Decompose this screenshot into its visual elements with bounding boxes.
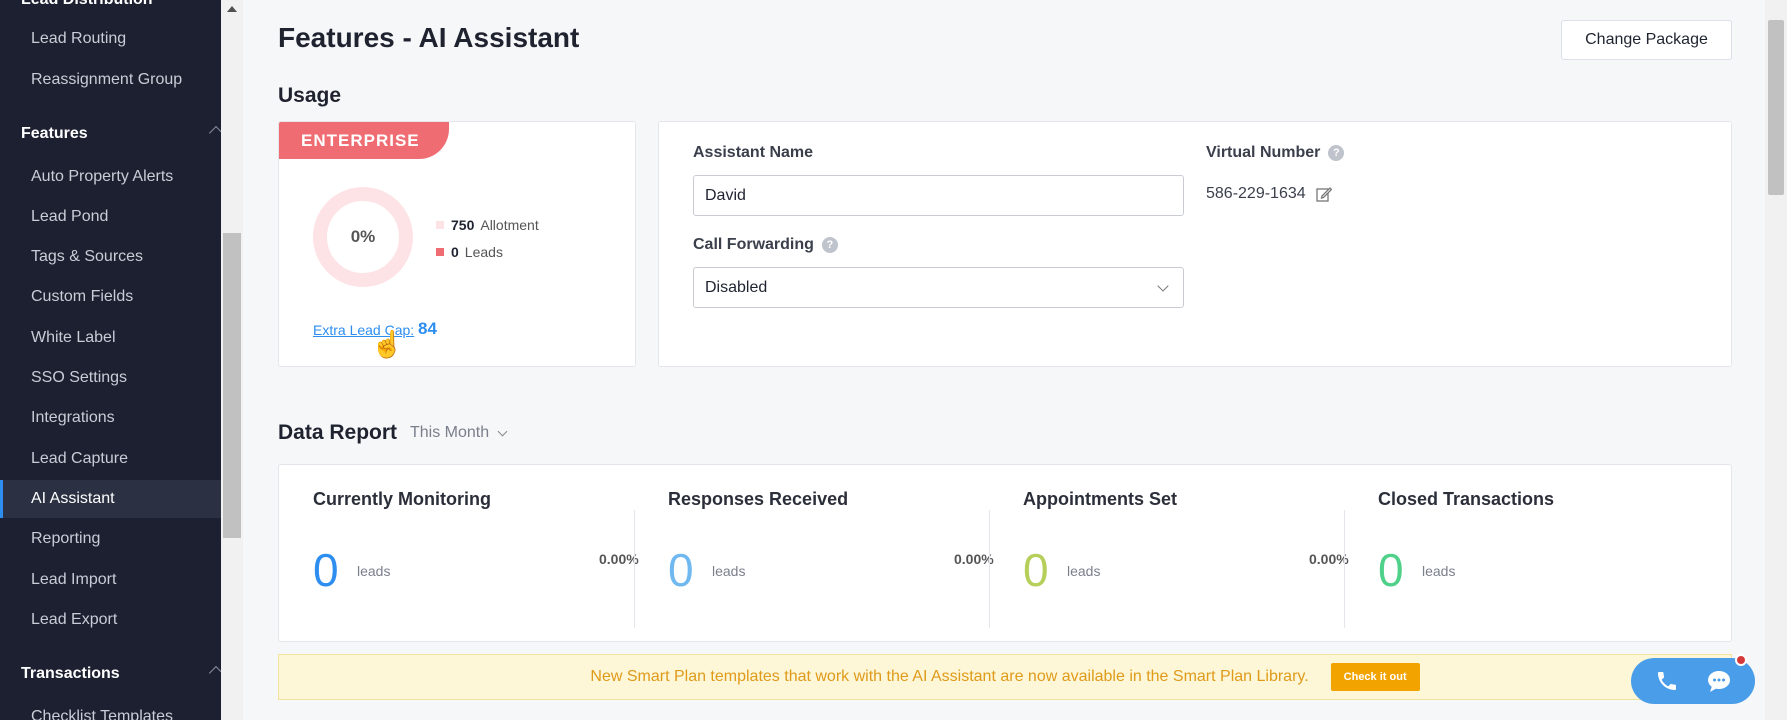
stat-value: 0 (668, 544, 694, 596)
sidebar-section-features[interactable]: Features (0, 116, 221, 152)
stat-title: Currently Monitoring (313, 489, 491, 509)
help-icon[interactable]: ? (1328, 145, 1345, 161)
sidebar-item-sso-settings[interactable]: SSO Settings (0, 359, 221, 397)
call-forwarding-value: Disabled (705, 278, 768, 296)
assistant-settings-card: Assistant Name Call Forwarding ? Disable… (658, 121, 1732, 367)
sidebar-item-lead-pond[interactable]: Lead Pond (0, 198, 221, 236)
call-forwarding-select[interactable]: Disabled (693, 267, 1184, 308)
sidebar-item-reporting[interactable]: Reporting (0, 520, 221, 558)
sidebar-section-label: Transactions (21, 665, 120, 682)
legend-swatch (436, 221, 444, 229)
allotment-label: Allotment (480, 217, 539, 233)
sidebar-item-lead-capture[interactable]: Lead Capture (0, 440, 221, 478)
smart-plan-banner: New Smart Plan templates that work with … (278, 654, 1732, 700)
stat-value: 0 (1378, 544, 1404, 596)
stat-currently-monitoring: Currently Monitoring 0 leads (279, 465, 634, 643)
scroll-up-arrow-icon[interactable] (227, 6, 237, 12)
sidebar-item-auto-property-alerts[interactable]: Auto Property Alerts (0, 158, 221, 196)
sidebar-item-custom-fields[interactable]: Custom Fields (0, 278, 221, 316)
chevron-down-icon (1157, 280, 1169, 292)
assistant-name-input[interactable] (693, 175, 1184, 216)
legend-allotment: 750 Allotment (436, 217, 539, 233)
period-value: This Month (410, 424, 490, 441)
sidebar-item-integrations[interactable]: Integrations (0, 399, 221, 437)
sidebar-scrollbar[interactable] (221, 0, 243, 720)
sidebar-item-reassignment-group[interactable]: Reassignment Group (0, 61, 221, 99)
package-badge: ENTERPRISE (279, 122, 449, 159)
change-package-button[interactable]: Change Package (1561, 20, 1732, 60)
phone-icon[interactable] (1655, 669, 1679, 693)
page-scrollbar[interactable] (1765, 0, 1787, 720)
stat-title: Responses Received (668, 489, 849, 509)
stat-title: Closed Transactions (1378, 489, 1555, 509)
extra-lead-cap-value: 84 (418, 319, 437, 338)
scrollbar-thumb[interactable] (223, 233, 241, 538)
virtual-number-label: Virtual Number ? (1206, 144, 1345, 162)
virtual-number: 586-229-1634 (1206, 185, 1332, 203)
usage-donut-chart: 0% (313, 187, 413, 287)
legend-leads: 0 Leads (436, 244, 503, 260)
package-usage-card: ENTERPRISE 0% 750 Allotment 0 Leads Extr… (278, 121, 636, 367)
data-report-title: Data Report (278, 421, 398, 444)
conversion-percent: 0.00% (599, 551, 639, 567)
chevron-down-icon (497, 426, 508, 436)
sidebar-section-lead-distribution[interactable]: Lead Distribution (0, 0, 221, 18)
chevron-up-icon (208, 125, 221, 141)
stat-title: Appointments Set (1023, 489, 1178, 509)
virtual-number-label-text: Virtual Number (1206, 144, 1321, 161)
stat-appointments-set: Appointments Set 0 leads (989, 465, 1344, 643)
stat-unit: leads (1067, 563, 1101, 579)
virtual-number-value: 586-229-1634 (1206, 185, 1306, 202)
assistant-name-label: Assistant Name (693, 144, 814, 161)
notification-dot (1735, 654, 1747, 666)
leads-value: 0 (451, 244, 459, 260)
stat-responses-received: Responses Received 0 leads (634, 465, 989, 643)
sidebar-section-transactions[interactable]: Transactions (0, 656, 221, 692)
banner-text: New Smart Plan templates that work with … (590, 668, 1309, 685)
chat-icon[interactable] (1706, 669, 1732, 693)
usage-section-title: Usage (278, 84, 342, 107)
call-forwarding-label-text: Call Forwarding (693, 236, 814, 253)
donut-percent: 0% (350, 227, 376, 246)
check-it-out-button[interactable]: Check it out (1330, 663, 1420, 691)
allotment-value: 750 (451, 217, 475, 233)
sidebar-item-white-label[interactable]: White Label (0, 319, 221, 357)
stat-unit: leads (1422, 563, 1456, 579)
stat-value: 0 (313, 544, 339, 596)
stat-unit: leads (712, 563, 746, 579)
page-title: Features - AI Assistant (278, 22, 580, 53)
contact-widget[interactable] (1631, 654, 1755, 704)
edit-icon[interactable] (1315, 186, 1332, 202)
stat-value: 0 (1023, 544, 1049, 596)
conversion-percent: 0.00% (1309, 551, 1349, 567)
sidebar-item-lead-export[interactable]: Lead Export (0, 601, 221, 639)
sidebar-section-label: Features (21, 125, 88, 142)
sidebar-item-lead-import[interactable]: Lead Import (0, 561, 221, 599)
sidebar-item-tags-sources[interactable]: Tags & Sources (0, 238, 221, 276)
hand-cursor-icon: ☝ (371, 329, 404, 359)
legend-swatch (436, 248, 444, 256)
stat-closed-transactions: Closed Transactions 0 leads (1344, 465, 1732, 643)
sidebar-item-checklist-templates[interactable]: Checklist Templates (0, 698, 221, 720)
sidebar-item-ai-assistant[interactable]: AI Assistant (0, 480, 221, 518)
sidebar-item-lead-routing[interactable]: Lead Routing (0, 20, 221, 58)
chevron-up-icon (208, 665, 221, 681)
scrollbar-thumb[interactable] (1768, 20, 1784, 195)
conversion-percent: 0.00% (954, 551, 994, 567)
period-dropdown[interactable]: This Month (410, 424, 508, 442)
data-report-card: Currently Monitoring 0 leads 0.00% Respo… (278, 464, 1732, 642)
sidebar: Lead Distribution Lead Routing Reassignm… (0, 0, 221, 720)
leads-label: Leads (464, 244, 503, 260)
stat-unit: leads (357, 563, 391, 579)
call-forwarding-label: Call Forwarding ? (693, 236, 838, 254)
help-icon[interactable]: ? (821, 237, 838, 253)
